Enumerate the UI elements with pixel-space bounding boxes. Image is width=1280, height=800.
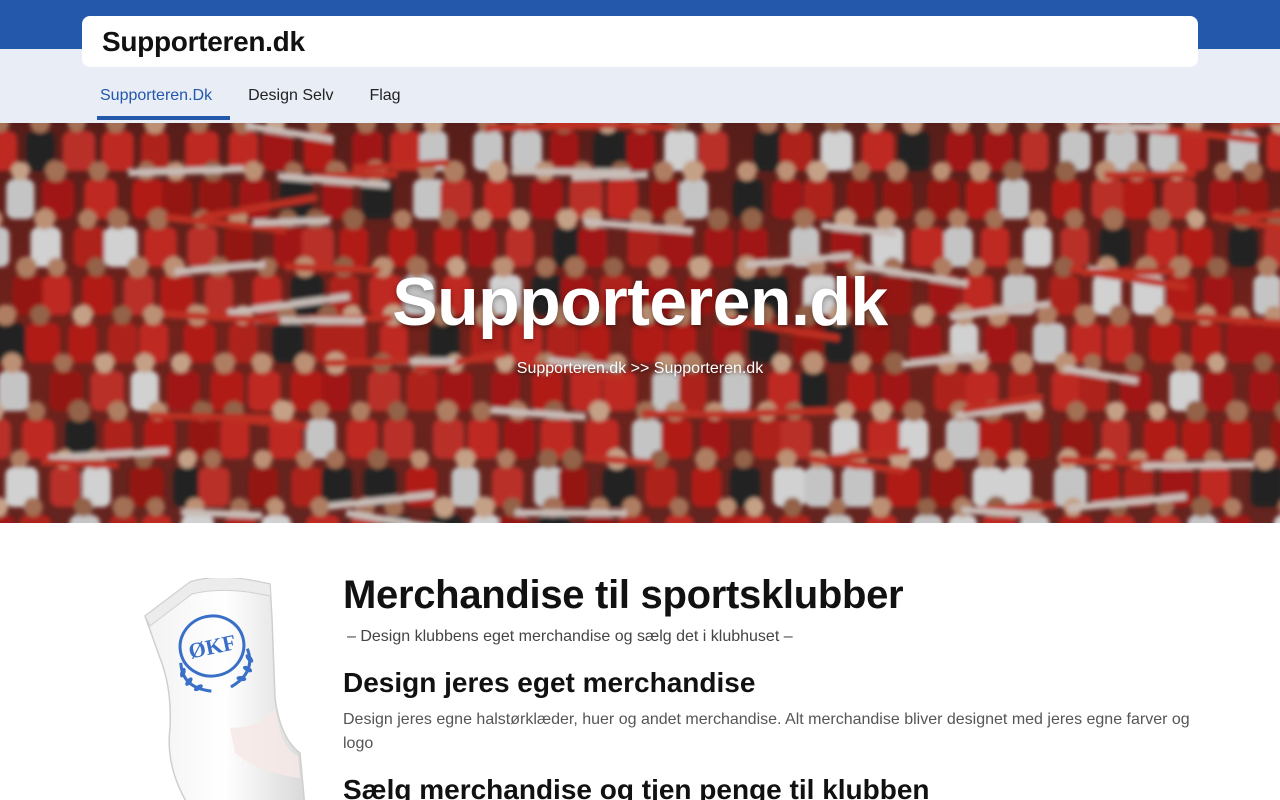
- main-heading: Merchandise til sportsklubber: [343, 573, 904, 617]
- main-content: ØKF Merchandise til sportsklubber – Desi…: [0, 523, 1280, 800]
- hero-banner: Supporteren.dk Supporteren.dk >> Support…: [0, 123, 1280, 523]
- nav-item-design-selv[interactable]: Design Selv: [230, 78, 351, 120]
- breadcrumb-current: Supporteren.dk: [653, 360, 764, 377]
- breadcrumb-link-home[interactable]: Supporteren.dk: [517, 360, 626, 377]
- nav-item-supporteren[interactable]: Supporteren.Dk: [82, 78, 231, 120]
- section-text-design: Design jeres egne halstørklæder, huer og…: [343, 711, 1190, 752]
- breadcrumb: Supporteren.dk >> Supporteren.dk: [0, 360, 1280, 378]
- brand-bar: Supporteren.dk: [82, 16, 1198, 67]
- breadcrumb-separator: >>: [630, 360, 650, 377]
- section-heading-design: Design jeres eget merchandise: [343, 667, 756, 698]
- main-nav: Supporteren.Dk Design Selv Flag: [82, 78, 419, 120]
- hero-title: Supporteren.dk: [392, 264, 888, 340]
- sock-product-image: ØKF: [130, 576, 310, 800]
- intro-text-column: Merchandise til sportsklubber – Design k…: [343, 571, 1203, 800]
- tagline: – Design klubbens eget merchandise og sæ…: [347, 628, 793, 645]
- site-logo[interactable]: Supporteren.dk: [102, 26, 305, 58]
- section-heading-sell: Sælg merchandise og tjen penge til klubb…: [343, 774, 930, 800]
- nav-item-flag[interactable]: Flag: [351, 78, 418, 120]
